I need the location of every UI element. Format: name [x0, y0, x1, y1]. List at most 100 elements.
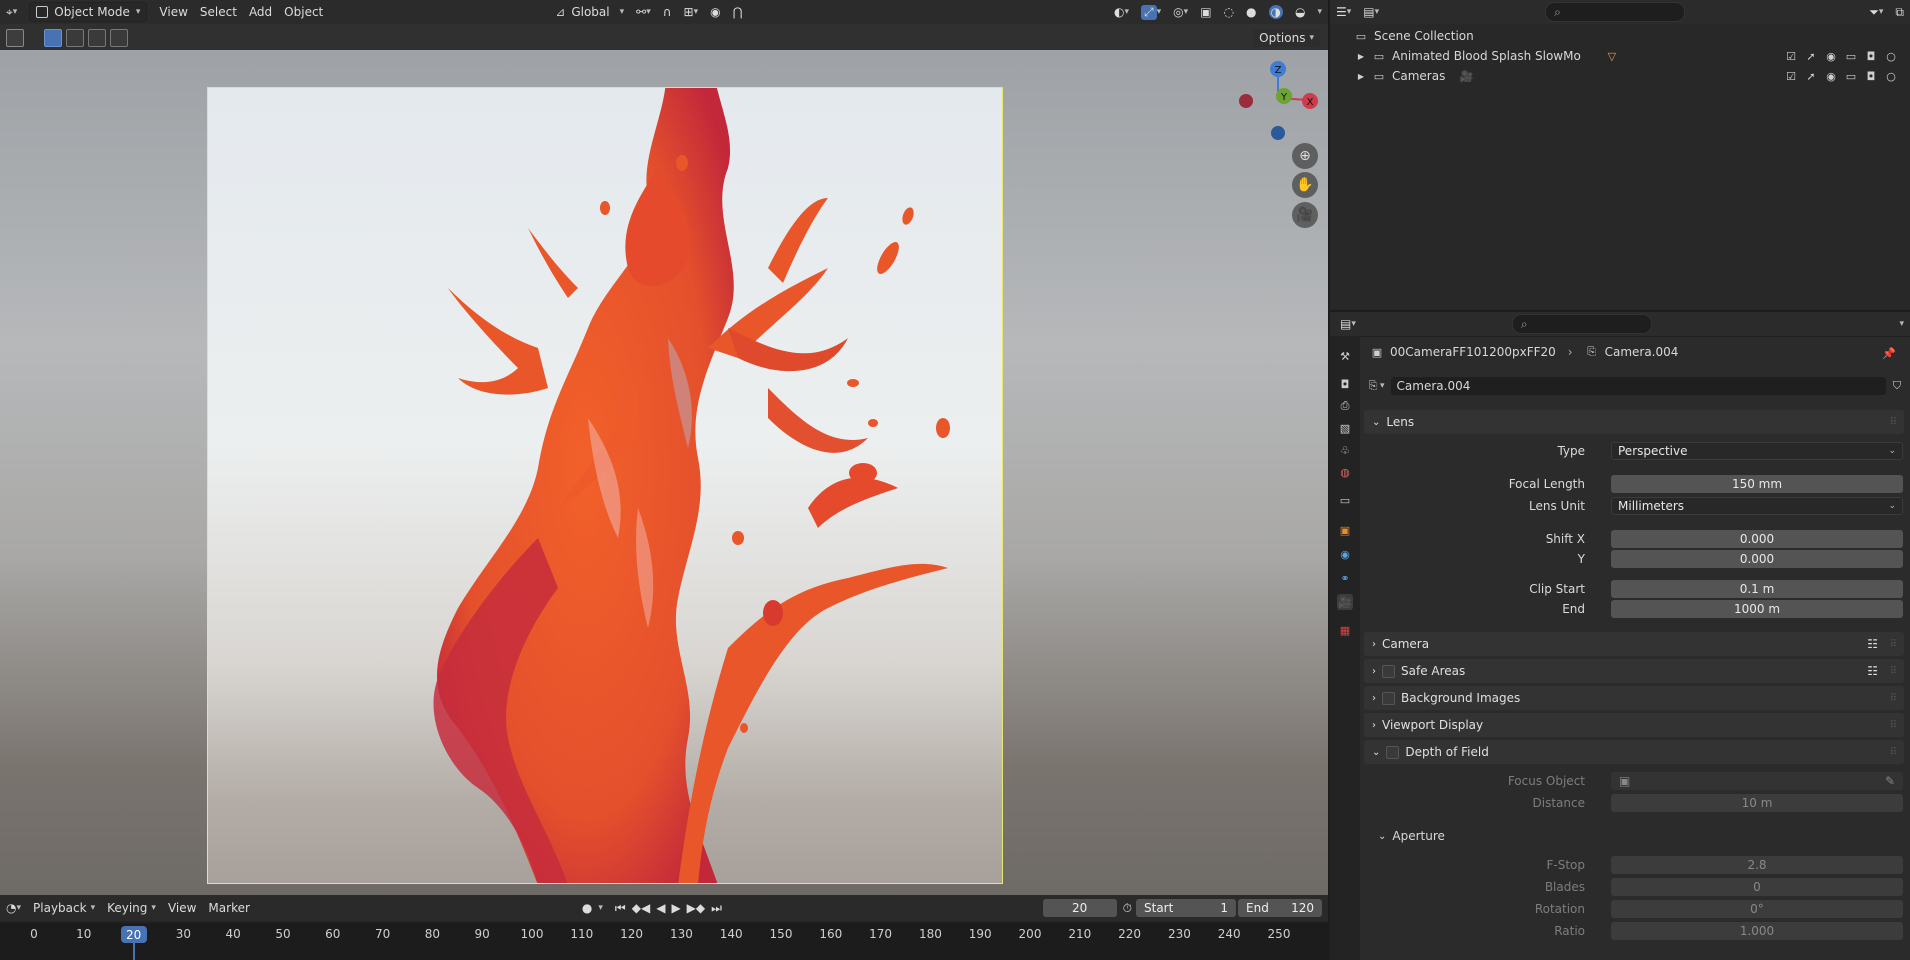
exclude-checkbox-icon[interactable]: ☑ [1784, 49, 1798, 63]
next-keyframe-icon[interactable]: ▶◆ [687, 901, 705, 915]
drag-grip-icon[interactable]: ⠿ [1890, 747, 1897, 758]
safe-areas-checkbox[interactable] [1382, 664, 1395, 678]
ratio-field[interactable]: 1.000 [1611, 922, 1903, 940]
outliner-search-input[interactable]: ⌕ [1545, 2, 1686, 22]
drag-grip-icon[interactable]: ⠿ [1890, 693, 1897, 704]
physics-tab-icon[interactable]: ◉ [1337, 546, 1353, 562]
datablock-selector[interactable]: ⎘ ▾ Camera.004 ⛉ [1366, 376, 1904, 396]
zoom-view-button[interactable]: ⊕ [1292, 143, 1318, 169]
clip-end-field[interactable]: 1000 m [1611, 600, 1903, 618]
collection-tab-icon[interactable]: ▭ [1337, 492, 1353, 508]
exclude-checkbox-icon[interactable]: ☑ [1784, 69, 1798, 83]
options-dropdown[interactable]: Options ▾ [1253, 29, 1320, 47]
stopwatch-icon[interactable]: ⏱ [1123, 901, 1132, 916]
texture-tab-icon[interactable]: ▦ [1337, 622, 1353, 638]
lens-unit-select[interactable]: Millimeters ⌄ [1611, 497, 1903, 515]
new-collection-button[interactable]: ⧉ [1889, 2, 1910, 22]
camera-data-icon[interactable]: ⎘ [1366, 379, 1380, 393]
end-frame-field[interactable]: End 120 [1238, 899, 1322, 917]
current-frame-field[interactable]: 20 [1042, 899, 1117, 917]
camera-data-tab-icon[interactable]: 🎥 [1337, 594, 1353, 610]
drag-grip-icon[interactable]: ⠿ [1890, 639, 1897, 650]
select-new-icon[interactable] [44, 29, 62, 47]
eye-icon[interactable]: ◉ [1824, 49, 1838, 63]
timeline-editor[interactable]: ◔ ▾ Playback ▾ Keying ▾ View Marker ● ▾ ⏮ ◆◀… [0, 895, 1328, 960]
fake-user-shield-icon[interactable]: ⛉ [1890, 379, 1904, 393]
play-reverse-icon[interactable]: ◀ [656, 901, 665, 915]
panel-background-images-header[interactable]: › Background Images ⠿ [1364, 686, 1904, 710]
pan-view-button[interactable]: ✋ [1292, 172, 1318, 198]
holdout-icon[interactable]: ○ [1884, 49, 1898, 63]
constraints-tab-icon[interactable]: ⚭ [1337, 570, 1353, 586]
panel-lens-header[interactable]: ⌄ Lens ⠿ [1364, 410, 1904, 434]
drag-grip-icon[interactable]: ⠿ [1890, 720, 1897, 731]
editor-type-button[interactable]: ⌖ ▾ [0, 2, 23, 22]
shading-solid[interactable]: ● [1240, 2, 1262, 22]
gizmo-neg-z-axis[interactable] [1271, 126, 1285, 140]
selectable-arrow-icon[interactable]: ➚ [1804, 49, 1818, 63]
outliner-row-blood-splash[interactable]: ▶ ▭ Animated Blood Splash SlowMo ▽ ☑ ➚ ◉… [1330, 46, 1910, 66]
lens-type-select[interactable]: Perspective ⌄ [1611, 442, 1903, 460]
3d-viewport[interactable]: ⌖ ▾ Object Mode ▾ View Select Add Object … [0, 0, 1328, 895]
panel-safe-areas-header[interactable]: › Safe Areas ☷ ⠿ [1364, 659, 1904, 683]
falloff-button[interactable]: ⋂ [727, 2, 749, 22]
select-subtract-icon[interactable] [88, 29, 106, 47]
distance-field[interactable]: 10 m [1611, 794, 1903, 812]
menu-object[interactable]: Object [278, 2, 329, 22]
gizmo-neg-x-axis[interactable] [1239, 94, 1253, 108]
render-camera-icon[interactable]: ◘ [1864, 69, 1878, 83]
scene-tab-icon[interactable]: ♧ [1337, 442, 1353, 458]
object-tab-icon[interactable]: ▣ [1337, 522, 1353, 538]
select-tool-icon[interactable] [6, 29, 24, 47]
pin-icon[interactable]: 📌 [1882, 346, 1896, 360]
menu-add[interactable]: Add [243, 2, 278, 22]
expand-arrow-icon[interactable]: ▶ [1354, 49, 1368, 63]
dof-checkbox[interactable] [1386, 745, 1400, 759]
rotation-field[interactable]: 0° [1611, 900, 1903, 918]
auto-keying-toggle[interactable]: ● ▾ [576, 898, 609, 918]
panel-dof-header[interactable]: ⌄ Depth of Field ⠿ [1364, 740, 1904, 764]
timeline-playhead[interactable] [132, 943, 135, 960]
eyedropper-icon[interactable]: ✎ [1885, 774, 1895, 788]
drag-grip-icon[interactable]: ⠿ [1890, 666, 1897, 677]
output-tab-icon[interactable]: ⎙ [1337, 398, 1353, 414]
select-extend-icon[interactable] [66, 29, 84, 47]
properties-editor-type[interactable]: ▤ ▾ [1334, 314, 1362, 334]
menu-timeline-view[interactable]: View [162, 898, 202, 918]
mode-dropdown[interactable]: Object Mode ▾ [23, 2, 153, 22]
presets-list-icon[interactable]: ☷ [1867, 664, 1878, 678]
panel-viewport-display-header[interactable]: › Viewport Display ⠿ [1364, 713, 1904, 737]
breadcrumb-object[interactable]: 00CameraFF101200pxFF20 [1390, 345, 1556, 359]
holdout-icon[interactable]: ○ [1884, 69, 1898, 83]
monitor-icon[interactable]: ▭ [1844, 49, 1858, 63]
prev-keyframe-icon[interactable]: ◆◀ [632, 901, 650, 915]
shift-y-field[interactable]: 0.000 [1611, 550, 1903, 568]
transform-orientation-dropdown[interactable]: ⊿ Global ▾ [549, 2, 630, 22]
jump-end-icon[interactable]: ⏭ [711, 901, 722, 916]
timeline-ruler[interactable]: 0 10 20 30 40 50 60 70 80 90 100 110 120 130 140 150 160… [0, 923, 1328, 960]
menu-playback[interactable]: Playback ▾ [27, 898, 101, 918]
properties-options-button[interactable]: ▾ [1893, 314, 1910, 334]
tool-tab-icon[interactable]: ⚒ [1337, 348, 1353, 364]
view-layer-tab-icon[interactable]: ▧ [1337, 420, 1353, 436]
timeline-current-frame-marker[interactable]: 20 [120, 926, 147, 943]
selectable-arrow-icon[interactable]: ➚ [1804, 69, 1818, 83]
outliner-row-scene-collection[interactable]: ▭ Scene Collection [1330, 26, 1910, 46]
drag-grip-icon[interactable]: ⠿ [1890, 417, 1897, 428]
menu-view[interactable]: View [153, 2, 193, 22]
render-camera-icon[interactable]: ◘ [1864, 49, 1878, 63]
timeline-editor-type[interactable]: ◔ ▾ [0, 898, 27, 918]
world-tab-icon[interactable]: ◍ [1337, 464, 1353, 480]
outliner-editor-type[interactable]: ☰ ▾ [1330, 2, 1357, 22]
menu-marker[interactable]: Marker [202, 898, 255, 918]
outliner-row-cameras[interactable]: ▶ ▭ Cameras 🎥 ☑ ➚ ◉ ▭ ◘ ○ [1330, 66, 1910, 86]
camera-view-button[interactable]: 🎥 [1292, 202, 1318, 228]
render-tab-icon[interactable]: ◘ [1337, 376, 1353, 392]
shift-x-field[interactable]: 0.000 [1611, 530, 1903, 548]
menu-keying[interactable]: Keying ▾ [101, 898, 162, 918]
snap-target-button[interactable]: ⊞ ▾ [678, 2, 705, 22]
eye-icon[interactable]: ◉ [1824, 69, 1838, 83]
select-intersect-icon[interactable] [110, 29, 128, 47]
expand-arrow-icon[interactable]: ▶ [1354, 69, 1368, 83]
clip-start-field[interactable]: 0.1 m [1611, 580, 1903, 598]
